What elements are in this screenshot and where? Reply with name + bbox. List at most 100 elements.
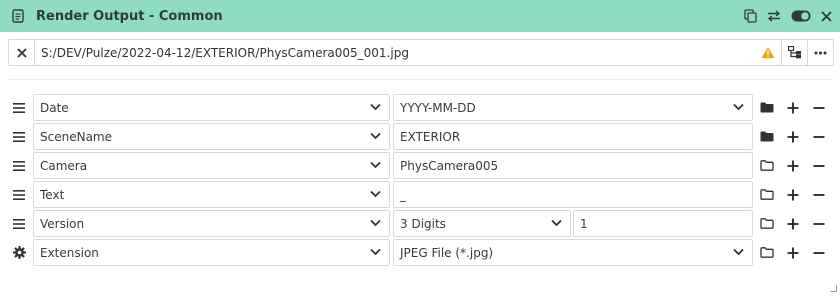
- plus-icon: [787, 247, 799, 258]
- chevron-down-icon: [370, 248, 381, 256]
- token-value-text: PhysCamera005: [400, 158, 499, 173]
- chevron-down-icon: [370, 190, 381, 198]
- folder-button[interactable]: [754, 239, 780, 266]
- token-row: Date YYYY-MM-DD: [0, 94, 840, 121]
- plus-icon: [787, 218, 799, 229]
- toggle-icon[interactable]: [791, 10, 811, 22]
- folder-button[interactable]: [754, 181, 780, 208]
- folder-button[interactable]: [754, 123, 780, 150]
- more-icon: [814, 51, 827, 54]
- token-type-select[interactable]: Camera: [33, 152, 390, 179]
- minus-icon: [813, 193, 825, 196]
- drag-handle-icon[interactable]: [8, 152, 30, 179]
- drag-handle-icon[interactable]: [8, 94, 30, 121]
- token-value-label: YYYY-MM-DD: [400, 100, 476, 115]
- folder-filled-icon: [760, 131, 774, 142]
- folder-outline-icon: [760, 247, 774, 258]
- clear-path-button[interactable]: [9, 40, 35, 65]
- warning-icon[interactable]: [755, 40, 781, 65]
- drag-handle-icon[interactable]: [8, 210, 30, 237]
- add-row-button[interactable]: [780, 210, 806, 237]
- token-type-select[interactable]: Text: [33, 181, 390, 208]
- folder-outline-icon: [760, 189, 774, 200]
- token-type-label: Text: [40, 187, 65, 202]
- more-options-button[interactable]: [807, 40, 833, 65]
- token-row: Version 3 Digits 1: [0, 210, 840, 237]
- remove-row-button[interactable]: [806, 94, 832, 121]
- add-row-button[interactable]: [780, 239, 806, 266]
- chevron-down-icon: [551, 219, 562, 227]
- remove-row-button[interactable]: [806, 152, 832, 179]
- token-type-label: Camera: [40, 158, 88, 173]
- remove-row-button[interactable]: [806, 210, 832, 237]
- remove-row-button[interactable]: [806, 181, 832, 208]
- remove-row-button[interactable]: [806, 123, 832, 150]
- plus-icon: [787, 131, 799, 142]
- token-value-text: EXTERIOR: [400, 129, 461, 144]
- token-type-label: SceneName: [40, 129, 112, 144]
- version-number-text: 1: [580, 216, 588, 231]
- swap-icon[interactable]: [767, 10, 781, 22]
- token-value-select[interactable]: JPEG File (*.jpg): [393, 239, 753, 266]
- folder-button[interactable]: [754, 94, 780, 121]
- title-bar: Render Output - Common: [0, 0, 840, 32]
- chevron-down-icon: [370, 161, 381, 169]
- folder-button[interactable]: [754, 210, 780, 237]
- chevron-down-icon: [370, 132, 381, 140]
- token-type-label: Extension: [40, 245, 99, 260]
- token-value-text: _: [400, 187, 406, 202]
- token-value-input[interactable]: _: [393, 181, 753, 208]
- minus-icon: [813, 106, 825, 109]
- version-digits-select[interactable]: 3 Digits: [393, 210, 571, 237]
- minus-icon: [813, 164, 825, 167]
- copy-icon[interactable]: [744, 9, 757, 23]
- minus-icon: [813, 222, 825, 225]
- close-icon[interactable]: [821, 10, 832, 22]
- add-row-button[interactable]: [780, 94, 806, 121]
- output-path-bar: S:/DEV/Pulze/2022-04-12/EXTERIOR/PhysCam…: [8, 39, 834, 66]
- chevron-down-icon: [370, 219, 381, 227]
- token-row: Extension JPEG File (*.jpg): [0, 239, 840, 266]
- token-value-label: 3 Digits: [400, 216, 446, 231]
- minus-icon: [813, 251, 825, 254]
- folder-outline-icon: [760, 218, 774, 229]
- output-path-text[interactable]: S:/DEV/Pulze/2022-04-12/EXTERIOR/PhysCam…: [35, 46, 755, 60]
- minus-icon: [813, 135, 825, 138]
- token-row: SceneName EXTERIOR: [0, 123, 840, 150]
- version-number-input[interactable]: 1: [573, 210, 753, 237]
- token-value-label: JPEG File (*.jpg): [400, 245, 494, 260]
- plus-icon: [787, 189, 799, 200]
- token-type-select[interactable]: Version: [33, 210, 390, 237]
- tree-view-button[interactable]: [781, 40, 807, 65]
- chevron-down-icon: [370, 103, 381, 111]
- token-row: Camera PhysCamera005: [0, 152, 840, 179]
- remove-row-button[interactable]: [806, 239, 832, 266]
- token-type-select[interactable]: Date: [33, 94, 390, 121]
- close-icon: [16, 47, 27, 58]
- tree-icon: [787, 46, 801, 59]
- token-type-label: Version: [40, 216, 85, 231]
- token-value-input[interactable]: EXTERIOR: [393, 123, 753, 150]
- folder-filled-icon: [760, 102, 774, 113]
- add-row-button[interactable]: [780, 181, 806, 208]
- token-type-label: Date: [40, 100, 69, 115]
- token-value-input[interactable]: PhysCamera005: [393, 152, 753, 179]
- document-icon: [0, 0, 36, 32]
- folder-button[interactable]: [754, 152, 780, 179]
- gear-icon[interactable]: [8, 239, 30, 266]
- token-value-select[interactable]: YYYY-MM-DD: [393, 94, 753, 121]
- plus-icon: [787, 102, 799, 113]
- folder-outline-icon: [760, 160, 774, 171]
- drag-handle-icon[interactable]: [8, 181, 30, 208]
- add-row-button[interactable]: [780, 152, 806, 179]
- chevron-down-icon: [733, 103, 744, 111]
- resize-grip-icon[interactable]: [830, 281, 837, 295]
- window-title: Render Output - Common: [36, 8, 223, 24]
- token-type-select[interactable]: SceneName: [33, 123, 390, 150]
- token-row: Text _: [0, 181, 840, 208]
- divider: [8, 79, 834, 80]
- add-row-button[interactable]: [780, 123, 806, 150]
- drag-handle-icon[interactable]: [8, 123, 30, 150]
- chevron-down-icon: [733, 248, 744, 256]
- token-type-select[interactable]: Extension: [33, 239, 390, 266]
